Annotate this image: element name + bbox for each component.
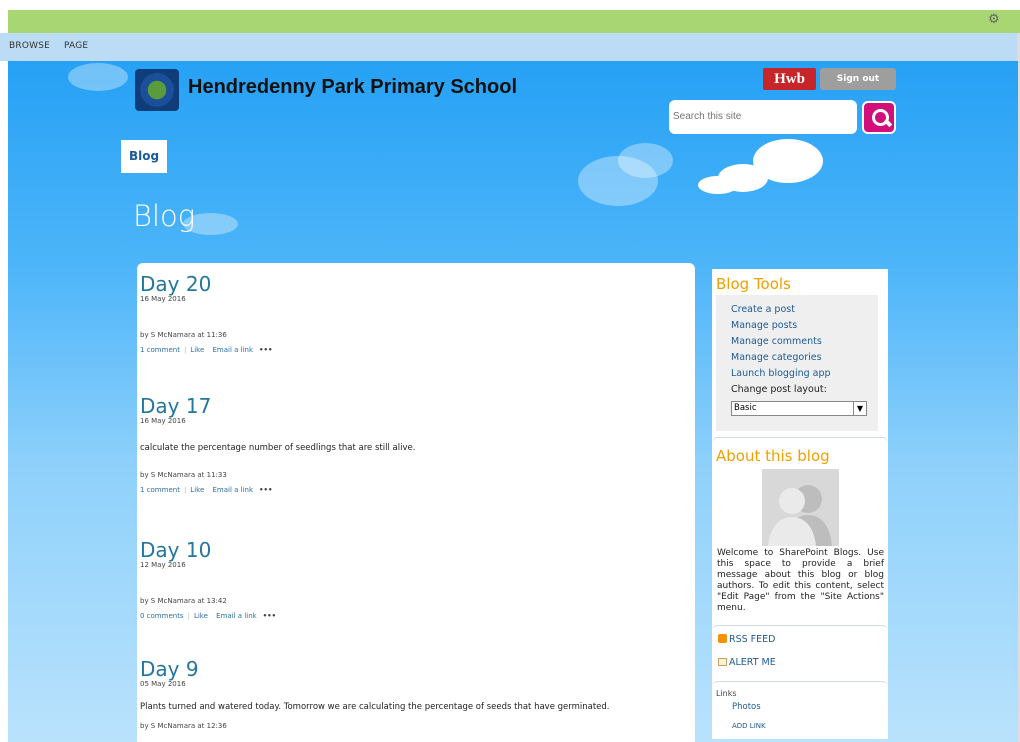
hwb-logo-button[interactable]: Hwb — [763, 68, 816, 90]
school-logo[interactable] — [135, 69, 179, 111]
sign-out-button[interactable]: Sign out — [820, 68, 896, 90]
nav-item-blog[interactable]: Blog — [121, 140, 167, 173]
divider — [712, 625, 888, 631]
site-title[interactable]: Hendredenny Park Primary School — [188, 76, 517, 99]
ribbon-bar: BROWSE PAGE — [0, 33, 1020, 61]
manage-comments-link[interactable]: Manage comments — [731, 336, 822, 347]
blog-tools-heading: Blog Tools — [716, 275, 791, 293]
post-author: by S McNamara at 11:36 — [140, 331, 227, 339]
like-link[interactable]: Like — [190, 486, 204, 494]
alert-me-link[interactable]: ALERT ME — [718, 657, 776, 668]
more-options-icon[interactable]: ••• — [263, 612, 276, 620]
post-body: Plants turned and watered today. Tomorro… — [140, 702, 610, 712]
ribbon-tab-browse[interactable]: BROWSE — [9, 41, 50, 51]
blog-post: Day 20 16 May 2016 by S McNamara at 11:3… — [140, 273, 272, 354]
blog-post-list: Day 20 16 May 2016 by S McNamara at 11:3… — [137, 263, 695, 742]
post-layout-select[interactable]: Basic ▼ — [731, 401, 867, 416]
add-link-link[interactable]: ADD LINK — [732, 722, 766, 730]
comments-link[interactable]: 1 comment — [140, 346, 180, 354]
comments-link[interactable]: 1 comment — [140, 486, 180, 494]
person-silhouette-icon — [762, 469, 839, 546]
rss-icon — [718, 634, 727, 643]
post-title[interactable]: Day 10 — [140, 539, 276, 561]
about-heading: About this blog — [716, 447, 830, 465]
email-link[interactable]: Email a link — [213, 346, 254, 354]
chevron-down-icon[interactable]: ▼ — [853, 402, 866, 415]
rss-feed-link[interactable]: RSS FEED — [718, 634, 775, 645]
cloud-decoration — [698, 176, 738, 194]
ribbon-tab-page[interactable]: PAGE — [64, 41, 88, 51]
envelope-icon — [718, 658, 727, 666]
blog-tools-panel: Create a post Manage posts Manage commen… — [716, 295, 878, 431]
top-suite-bar — [8, 10, 1020, 33]
post-actions: 1 comment | Like Email a link ••• — [140, 346, 273, 354]
create-post-link[interactable]: Create a post — [731, 304, 795, 315]
post-title[interactable]: Day 17 — [140, 395, 415, 417]
cloud-decoration — [68, 63, 128, 91]
post-author: by S McNamara at 11:33 — [140, 471, 227, 479]
page-title: Blog — [133, 199, 196, 233]
post-author: by S McNamara at 12:36 — [140, 722, 227, 730]
gear-icon[interactable]: ⚙ — [988, 13, 1002, 27]
more-options-icon[interactable]: ••• — [259, 346, 272, 354]
manage-posts-link[interactable]: Manage posts — [731, 320, 797, 331]
manage-categories-link[interactable]: Manage categories — [731, 352, 822, 363]
post-date: 05 May 2016 — [140, 680, 186, 688]
post-actions: 0 comments | Like Email a link ••• — [140, 612, 277, 620]
post-title[interactable]: Day 9 — [140, 658, 610, 680]
post-body: calculate the percentage number of seedl… — [140, 443, 416, 453]
post-date: 16 May 2016 — [140, 417, 186, 425]
comments-link[interactable]: 0 comments — [140, 612, 184, 620]
like-link[interactable]: Like — [190, 346, 204, 354]
divider — [712, 437, 888, 443]
rss-feed-label: RSS FEED — [729, 634, 776, 645]
cloud-decoration — [618, 143, 673, 178]
post-date: 16 May 2016 — [140, 295, 186, 303]
post-author: by S McNamara at 13:42 — [140, 597, 227, 605]
photos-link[interactable]: Photos — [732, 702, 761, 712]
email-link[interactable]: Email a link — [213, 486, 254, 494]
like-link[interactable]: Like — [194, 612, 208, 620]
avatar — [762, 469, 839, 546]
about-text: Welcome to SharePoint Blogs. Use this sp… — [717, 548, 884, 613]
blog-sidebar: Blog Tools Create a post Manage posts Ma… — [712, 269, 888, 739]
blog-post: Day 9 05 May 2016 Plants turned and wate… — [140, 658, 610, 730]
blog-post: Day 17 16 May 2016 calculate the percent… — [140, 395, 415, 494]
post-title[interactable]: Day 20 — [140, 273, 272, 295]
launch-blogging-app-link[interactable]: Launch blogging app — [731, 368, 831, 379]
post-actions: 1 comment | Like Email a link ••• — [140, 486, 273, 494]
post-date: 12 May 2016 — [140, 561, 186, 569]
blog-post: Day 10 12 May 2016 by S McNamara at 13:4… — [140, 539, 276, 620]
divider — [712, 681, 888, 687]
alert-me-label: ALERT ME — [729, 657, 776, 668]
more-options-icon[interactable]: ••• — [259, 486, 272, 494]
search-icon[interactable] — [862, 101, 896, 134]
email-link[interactable]: Email a link — [216, 612, 257, 620]
site-canvas: Hendredenny Park Primary School Hwb Sign… — [8, 61, 1018, 742]
links-heading: Links — [716, 689, 737, 698]
search-input[interactable] — [669, 100, 857, 134]
post-layout-value: Basic — [734, 403, 757, 413]
change-layout-label: Change post layout: — [731, 384, 827, 395]
